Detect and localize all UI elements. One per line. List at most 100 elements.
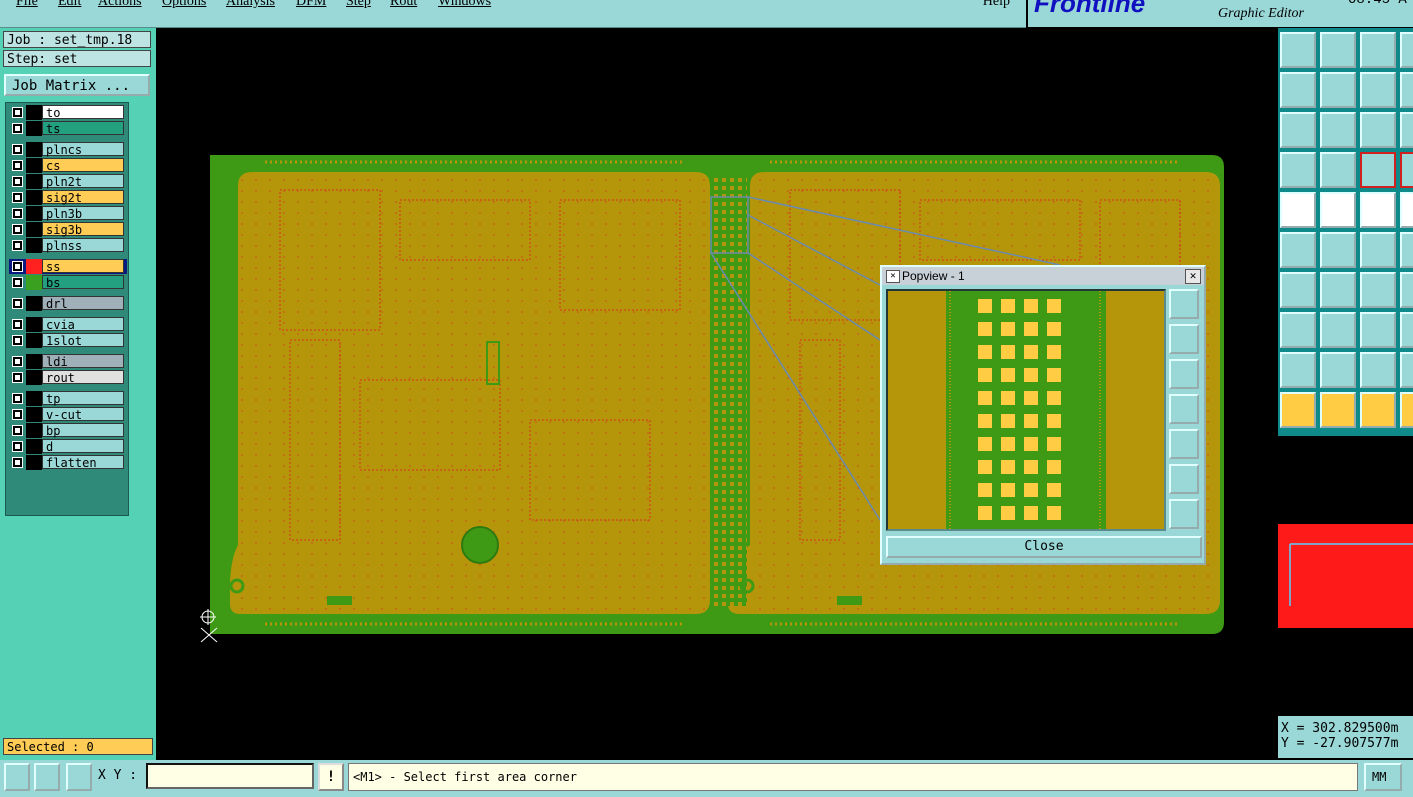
layer-color-swatch[interactable]: [26, 423, 42, 438]
extra4-icon[interactable]: [1400, 152, 1413, 188]
popview-pan-right-icon[interactable]: [1169, 429, 1199, 459]
layer-row[interactable]: to: [9, 105, 127, 120]
extra8-icon[interactable]: [1400, 312, 1413, 348]
snap-tool-icon[interactable]: [4, 763, 30, 791]
layer-row[interactable]: plncs: [9, 142, 127, 157]
layer-name[interactable]: pln2t: [42, 174, 124, 189]
extra5-icon[interactable]: [1400, 192, 1413, 228]
layer-name[interactable]: ts: [42, 121, 124, 136]
menu-actions[interactable]: Actions: [98, 0, 142, 10]
close-icon[interactable]: ✕: [1185, 269, 1201, 284]
overview-map[interactable]: [1278, 436, 1413, 716]
layer-row[interactable]: pln2t: [9, 174, 127, 189]
layer-name[interactable]: sig3b: [42, 222, 124, 237]
layer-row[interactable]: flatten: [9, 455, 127, 470]
layer-name[interactable]: d: [42, 439, 124, 454]
layer-name[interactable]: ldi: [42, 354, 124, 369]
draw-arc-icon[interactable]: [1320, 272, 1356, 308]
layer-row[interactable]: rout: [9, 370, 127, 385]
select-icon[interactable]: [1320, 392, 1356, 428]
layer-name[interactable]: to: [42, 105, 124, 120]
swap-icon[interactable]: [1360, 72, 1396, 108]
layer-checkbox[interactable]: [12, 261, 23, 272]
layer-name[interactable]: drl: [42, 296, 124, 311]
extra2-icon[interactable]: [1400, 72, 1413, 108]
extra9-icon[interactable]: [1400, 352, 1413, 388]
layer-name[interactable]: cvia: [42, 317, 124, 332]
layer-checkbox[interactable]: [12, 176, 23, 187]
extra10-icon[interactable]: [1400, 392, 1413, 428]
grid-icon[interactable]: [1320, 152, 1356, 188]
layer-color-swatch[interactable]: [26, 275, 42, 290]
layer-checkbox[interactable]: [12, 441, 23, 452]
layer-row[interactable]: bp: [9, 423, 127, 438]
menu-dfm[interactable]: DFM: [296, 0, 326, 10]
layer-row[interactable]: 1slot: [9, 333, 127, 348]
layer-row[interactable]: plnss: [9, 238, 127, 253]
menu-step[interactable]: Step: [346, 0, 371, 10]
draw-line-icon[interactable]: [1280, 272, 1316, 308]
menu-file[interactable]: File: [16, 0, 38, 10]
layer-checkbox[interactable]: [12, 277, 23, 288]
layer-row[interactable]: pln3b: [9, 206, 127, 221]
layer-checkbox[interactable]: [12, 144, 23, 155]
layer-row[interactable]: bs: [9, 275, 127, 290]
menu-analysis[interactable]: Analysis: [226, 0, 275, 10]
net-icon[interactable]: [1360, 152, 1396, 188]
layer-checkbox[interactable]: [12, 425, 23, 436]
layer-color-swatch[interactable]: [26, 238, 42, 253]
menu-windows[interactable]: Windows: [438, 0, 491, 10]
zoom-center-icon[interactable]: [1320, 112, 1356, 148]
extra3-icon[interactable]: [1400, 112, 1413, 148]
scale-icon[interactable]: [1360, 112, 1396, 148]
layer-color-swatch[interactable]: [26, 317, 42, 332]
job-matrix-button[interactable]: Job Matrix ...: [4, 74, 150, 96]
layer-color-swatch[interactable]: [26, 121, 42, 136]
popview-zoom-icon[interactable]: [1169, 289, 1199, 319]
triangle-icon[interactable]: [1280, 352, 1316, 388]
layer-name[interactable]: 1slot: [42, 333, 124, 348]
angle-tool-icon[interactable]: [34, 763, 60, 791]
layer-color-swatch[interactable]: [26, 158, 42, 173]
layer-name[interactable]: bs: [42, 275, 124, 290]
layer-color-swatch[interactable]: [26, 142, 42, 157]
layer-name[interactable]: cs: [42, 158, 124, 173]
layer-row[interactable]: tp: [9, 391, 127, 406]
layer-checkbox[interactable]: [12, 393, 23, 404]
rotate-icon[interactable]: [1320, 32, 1356, 68]
layer-row[interactable]: d: [9, 439, 127, 454]
layer-color-swatch[interactable]: [26, 354, 42, 369]
fit-icon[interactable]: [1280, 112, 1316, 148]
layer-row[interactable]: ldi: [9, 354, 127, 369]
layer-color-swatch[interactable]: [26, 259, 42, 274]
delete-icon[interactable]: [1320, 232, 1356, 268]
layer-color-swatch[interactable]: [26, 439, 42, 454]
probe-icon[interactable]: [1360, 232, 1396, 268]
layer-name[interactable]: ss: [42, 259, 124, 274]
layer-checkbox[interactable]: [12, 457, 23, 468]
layer-color-swatch[interactable]: [26, 391, 42, 406]
layer-name[interactable]: pln3b: [42, 206, 124, 221]
layer-name[interactable]: v-cut: [42, 407, 124, 422]
layer-checkbox[interactable]: [12, 409, 23, 420]
layer-checkbox[interactable]: [12, 298, 23, 309]
layer-checkbox[interactable]: [12, 224, 23, 235]
home-icon[interactable]: [1360, 32, 1396, 68]
unit-button[interactable]: MM: [1364, 763, 1402, 791]
layer-color-swatch[interactable]: [26, 190, 42, 205]
settings-icon[interactable]: [1280, 152, 1316, 188]
layer-name[interactable]: bp: [42, 423, 124, 438]
layer-row[interactable]: v-cut: [9, 407, 127, 422]
menu-help[interactable]: Help: [983, 0, 1010, 10]
layer-color-swatch[interactable]: [26, 222, 42, 237]
layer-name[interactable]: rout: [42, 370, 124, 385]
exclamation-button[interactable]: !: [318, 763, 344, 791]
layer-checkbox[interactable]: [12, 123, 23, 134]
rotate-arc-icon[interactable]: [1360, 272, 1396, 308]
nav-left-icon[interactable]: [1280, 72, 1316, 108]
popview-pan-down-icon[interactable]: [1169, 359, 1199, 389]
popview-close-button[interactable]: Close: [886, 536, 1202, 558]
line-icon[interactable]: [1320, 312, 1356, 348]
layer-checkbox[interactable]: [12, 335, 23, 346]
menu-options[interactable]: Options: [162, 0, 206, 10]
